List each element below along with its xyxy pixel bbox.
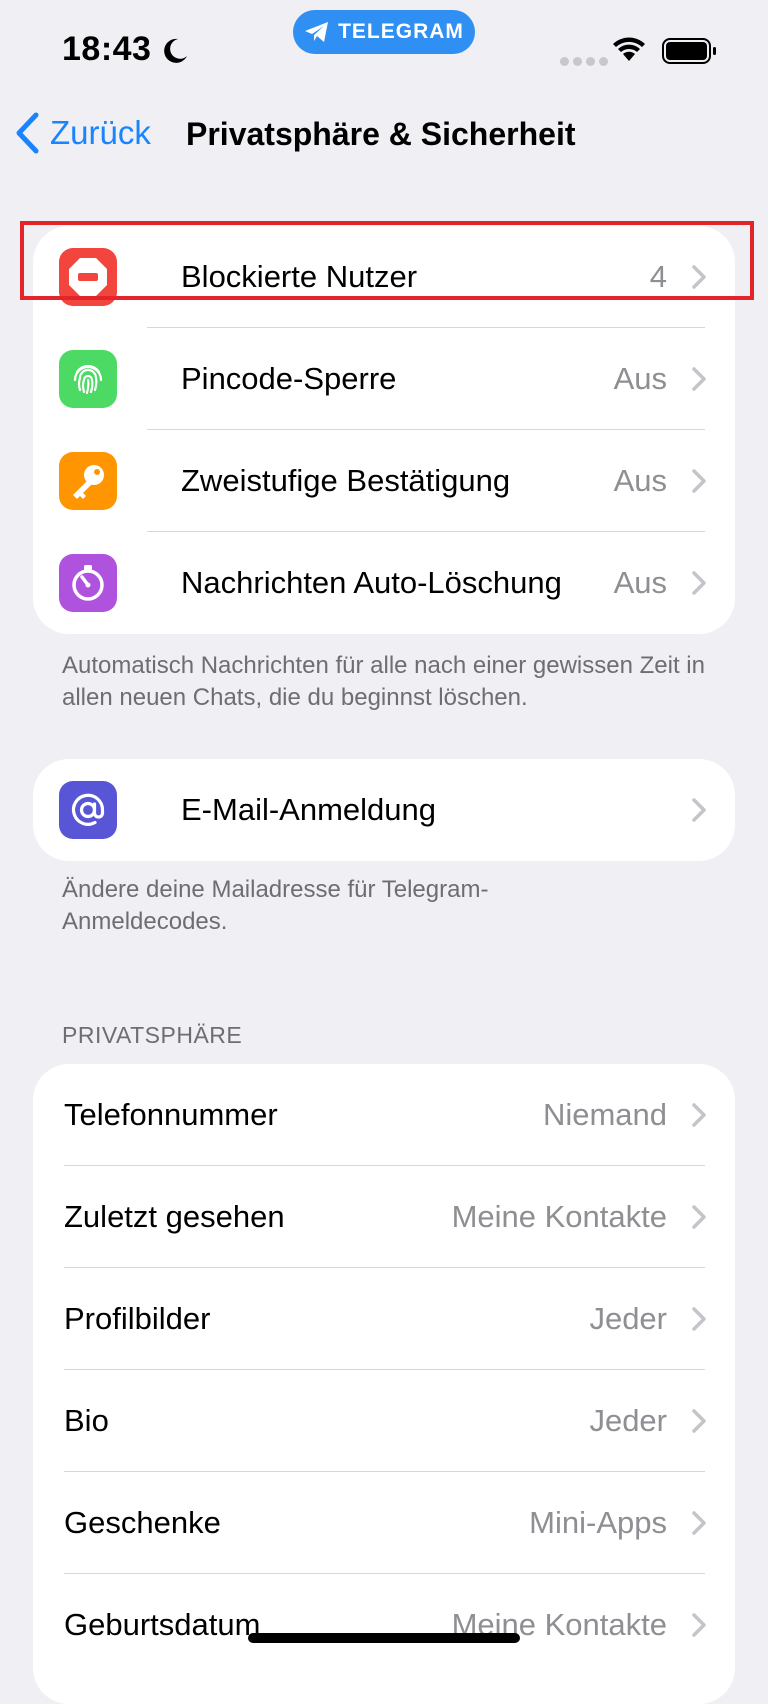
fingerprint-icon bbox=[59, 350, 117, 408]
status-bar: 18:43 TELEGRAM bbox=[0, 0, 768, 100]
back-label: Zurück bbox=[50, 114, 151, 151]
row-two-step[interactable]: Zweistufige Bestätigung Aus bbox=[33, 430, 735, 532]
security-footnote: Automatisch Nachrichten für alle nach ei… bbox=[62, 652, 705, 711]
row-label: Telefonnummer bbox=[64, 1097, 278, 1132]
timer-icon bbox=[59, 554, 117, 612]
chevron-right-icon bbox=[692, 367, 706, 391]
row-value: Meine Kontakte bbox=[451, 1199, 667, 1234]
telegram-pill-label: TELEGRAM bbox=[338, 20, 464, 43]
chevron-right-icon bbox=[692, 798, 706, 822]
row-label: Profilbilder bbox=[64, 1301, 211, 1336]
privacy-section-header: PRIVATSPHÄRE bbox=[62, 1022, 243, 1048]
email-footnote: Ändere deine Mailadresse für Telegram-An… bbox=[62, 876, 489, 935]
row-profile-photos[interactable]: Profilbilder Jeder bbox=[33, 1268, 735, 1370]
row-last-seen[interactable]: Zuletzt gesehen Meine Kontakte bbox=[33, 1166, 735, 1268]
row-label: Geburtsdatum bbox=[64, 1607, 261, 1642]
row-label: Nachrichten Auto-Löschung bbox=[181, 565, 562, 600]
page-title: Privatsphäre & Sicherheit bbox=[186, 116, 576, 152]
row-label: E-Mail-Anmeldung bbox=[181, 792, 436, 827]
row-label: Zweistufige Bestätigung bbox=[181, 463, 511, 498]
signal-dots-icon bbox=[560, 53, 612, 71]
status-time: 18:43 bbox=[62, 30, 152, 68]
row-value: Niemand bbox=[542, 1097, 667, 1132]
row-value: Mini-Apps bbox=[529, 1505, 667, 1540]
chevron-right-icon bbox=[692, 1409, 706, 1433]
row-gifts[interactable]: Geschenke Mini-Apps bbox=[33, 1472, 735, 1574]
key-icon bbox=[59, 452, 117, 510]
row-label: Bio bbox=[64, 1403, 109, 1438]
chevron-right-icon bbox=[692, 1613, 706, 1637]
row-phone-number[interactable]: Telefonnummer Niemand bbox=[33, 1064, 735, 1166]
telegram-pill[interactable]: TELEGRAM bbox=[293, 10, 475, 54]
row-label: Geschenke bbox=[64, 1505, 221, 1540]
chevron-right-icon bbox=[692, 1511, 706, 1535]
row-value: Aus bbox=[613, 361, 667, 396]
row-value: Aus bbox=[613, 463, 667, 498]
row-birthday[interactable]: Geburtsdatum Meine Kontakte bbox=[33, 1574, 735, 1676]
email-group: E-Mail-Anmeldung bbox=[33, 759, 735, 861]
row-value: Jeder bbox=[589, 1403, 667, 1438]
at-icon bbox=[59, 781, 117, 839]
moon-icon bbox=[164, 38, 187, 63]
chevron-right-icon bbox=[692, 1205, 706, 1229]
row-value: Aus bbox=[613, 565, 667, 600]
row-label: Zuletzt gesehen bbox=[64, 1199, 285, 1234]
back-button[interactable]: Zurück bbox=[14, 112, 151, 154]
row-pincode[interactable]: Pincode-Sperre Aus bbox=[33, 328, 735, 430]
battery-icon bbox=[662, 38, 716, 64]
row-bio[interactable]: Bio Jeder bbox=[33, 1370, 735, 1472]
chevron-right-icon bbox=[692, 469, 706, 493]
chevron-right-icon bbox=[692, 1103, 706, 1127]
home-indicator[interactable] bbox=[248, 1633, 520, 1643]
chevron-right-icon bbox=[692, 571, 706, 595]
wifi-icon bbox=[613, 37, 645, 61]
privacy-group: Telefonnummer Niemand Zuletzt gesehen Me… bbox=[33, 1064, 735, 1704]
telegram-icon bbox=[305, 22, 329, 42]
highlight-box bbox=[20, 221, 754, 300]
row-email-login[interactable]: E-Mail-Anmeldung bbox=[33, 759, 735, 861]
row-auto-delete[interactable]: Nachrichten Auto-Löschung Aus bbox=[33, 532, 735, 634]
chevron-left-icon bbox=[16, 112, 39, 154]
row-label: Pincode-Sperre bbox=[181, 361, 397, 396]
chevron-right-icon bbox=[692, 1307, 706, 1331]
row-value: Jeder bbox=[589, 1301, 667, 1336]
